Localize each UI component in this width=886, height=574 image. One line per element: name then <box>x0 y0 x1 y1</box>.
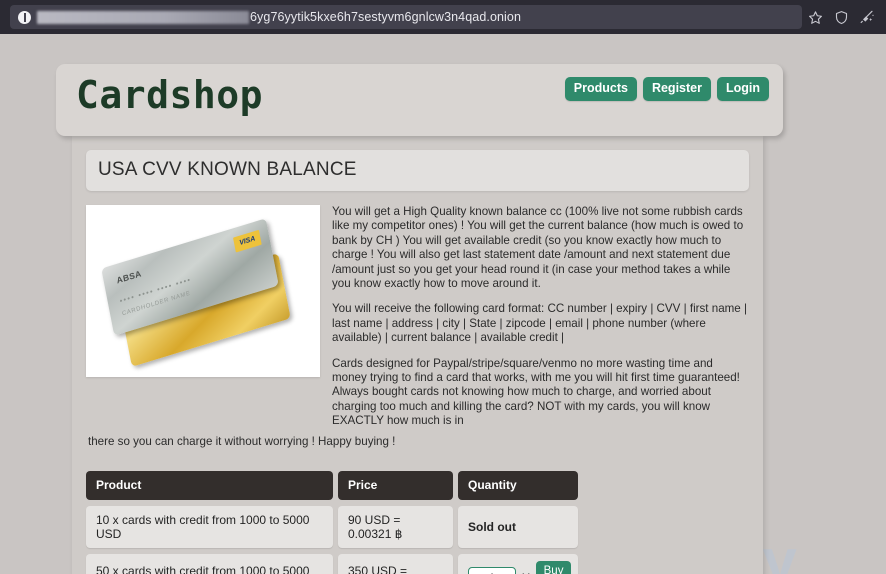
site-nav: Products Register Login <box>564 77 769 101</box>
credit-cards-photo: ABSA VISA •••• •••• •••• •••• CARDHOLDER… <box>86 205 320 377</box>
description-paragraph-3: Cards designed for Paypal/stripe/square/… <box>332 356 740 428</box>
quantity-input[interactable] <box>468 567 516 574</box>
description-paragraph-2: You will receive the following card form… <box>332 302 747 345</box>
product-intro: ABSA VISA •••• •••• •••• •••• CARDHOLDER… <box>86 205 749 429</box>
product-description-tail: there so you can charge it without worry… <box>88 434 396 448</box>
url-text: 6yg76yytik5kxe6h7sestyvm6gnlcw3n4qad.oni… <box>250 10 522 24</box>
broom-sparkle-icon[interactable] <box>854 4 880 30</box>
cell-product-name: 10 x cards with credit from 1000 to 5000… <box>86 506 333 549</box>
product-description: You will get a High Quality known balanc… <box>320 205 749 429</box>
column-header-price: Price <box>338 471 453 501</box>
identity-circle-icon[interactable] <box>18 10 31 24</box>
cell-quantity: X Buy now <box>458 554 578 574</box>
absa-logo-text: ABSA <box>115 268 143 286</box>
table-header-row: Product Price Quantity <box>86 471 749 501</box>
visa-logo: VISA <box>233 229 262 253</box>
star-icon[interactable] <box>802 4 828 30</box>
cell-price: 350 USD = 0.01246 ฿ <box>338 554 453 574</box>
url-redacted-blur <box>37 10 249 24</box>
nav-register-button[interactable]: Register <box>642 77 711 101</box>
content-panel: USA CVV KNOWN BALANCE ABSA VISA •••• •••… <box>72 136 763 574</box>
site-brand-logo[interactable]: Cardshop <box>76 73 263 117</box>
web-page: security Cardshop Products Register Logi… <box>0 34 886 574</box>
cell-quantity: Sold out <box>458 506 578 549</box>
nav-products-button[interactable]: Products <box>564 77 637 101</box>
column-header-product: Product <box>86 471 333 501</box>
nav-login-button[interactable]: Login <box>716 77 769 101</box>
browser-chrome: 6yg76yytik5kxe6h7sestyvm6gnlcw3n4qad.oni… <box>0 0 886 34</box>
sold-out-label: Sold out <box>468 520 516 535</box>
description-paragraph-1: You will get a High Quality known balanc… <box>332 205 744 291</box>
column-header-quantity: Quantity <box>458 471 578 501</box>
cell-price: 90 USD = 0.00321 ฿ <box>338 506 453 549</box>
address-bar[interactable]: 6yg76yytik5kxe6h7sestyvm6gnlcw3n4qad.oni… <box>10 5 802 29</box>
page-title: USA CVV KNOWN BALANCE <box>98 159 357 180</box>
table-row: 10 x cards with credit from 1000 to 5000… <box>86 506 749 549</box>
products-table: Product Price Quantity 10 x cards with c… <box>86 471 749 574</box>
buy-now-button[interactable]: Buy now <box>536 561 572 574</box>
shield-icon[interactable] <box>828 4 854 30</box>
site-header: Cardshop Products Register Login <box>56 64 783 136</box>
cell-product-name: 50 x cards with credit from 1000 to 5000… <box>86 554 333 574</box>
table-row: 50 x cards with credit from 1000 to 5000… <box>86 554 749 574</box>
page-title-box: USA CVV KNOWN BALANCE <box>86 150 749 191</box>
